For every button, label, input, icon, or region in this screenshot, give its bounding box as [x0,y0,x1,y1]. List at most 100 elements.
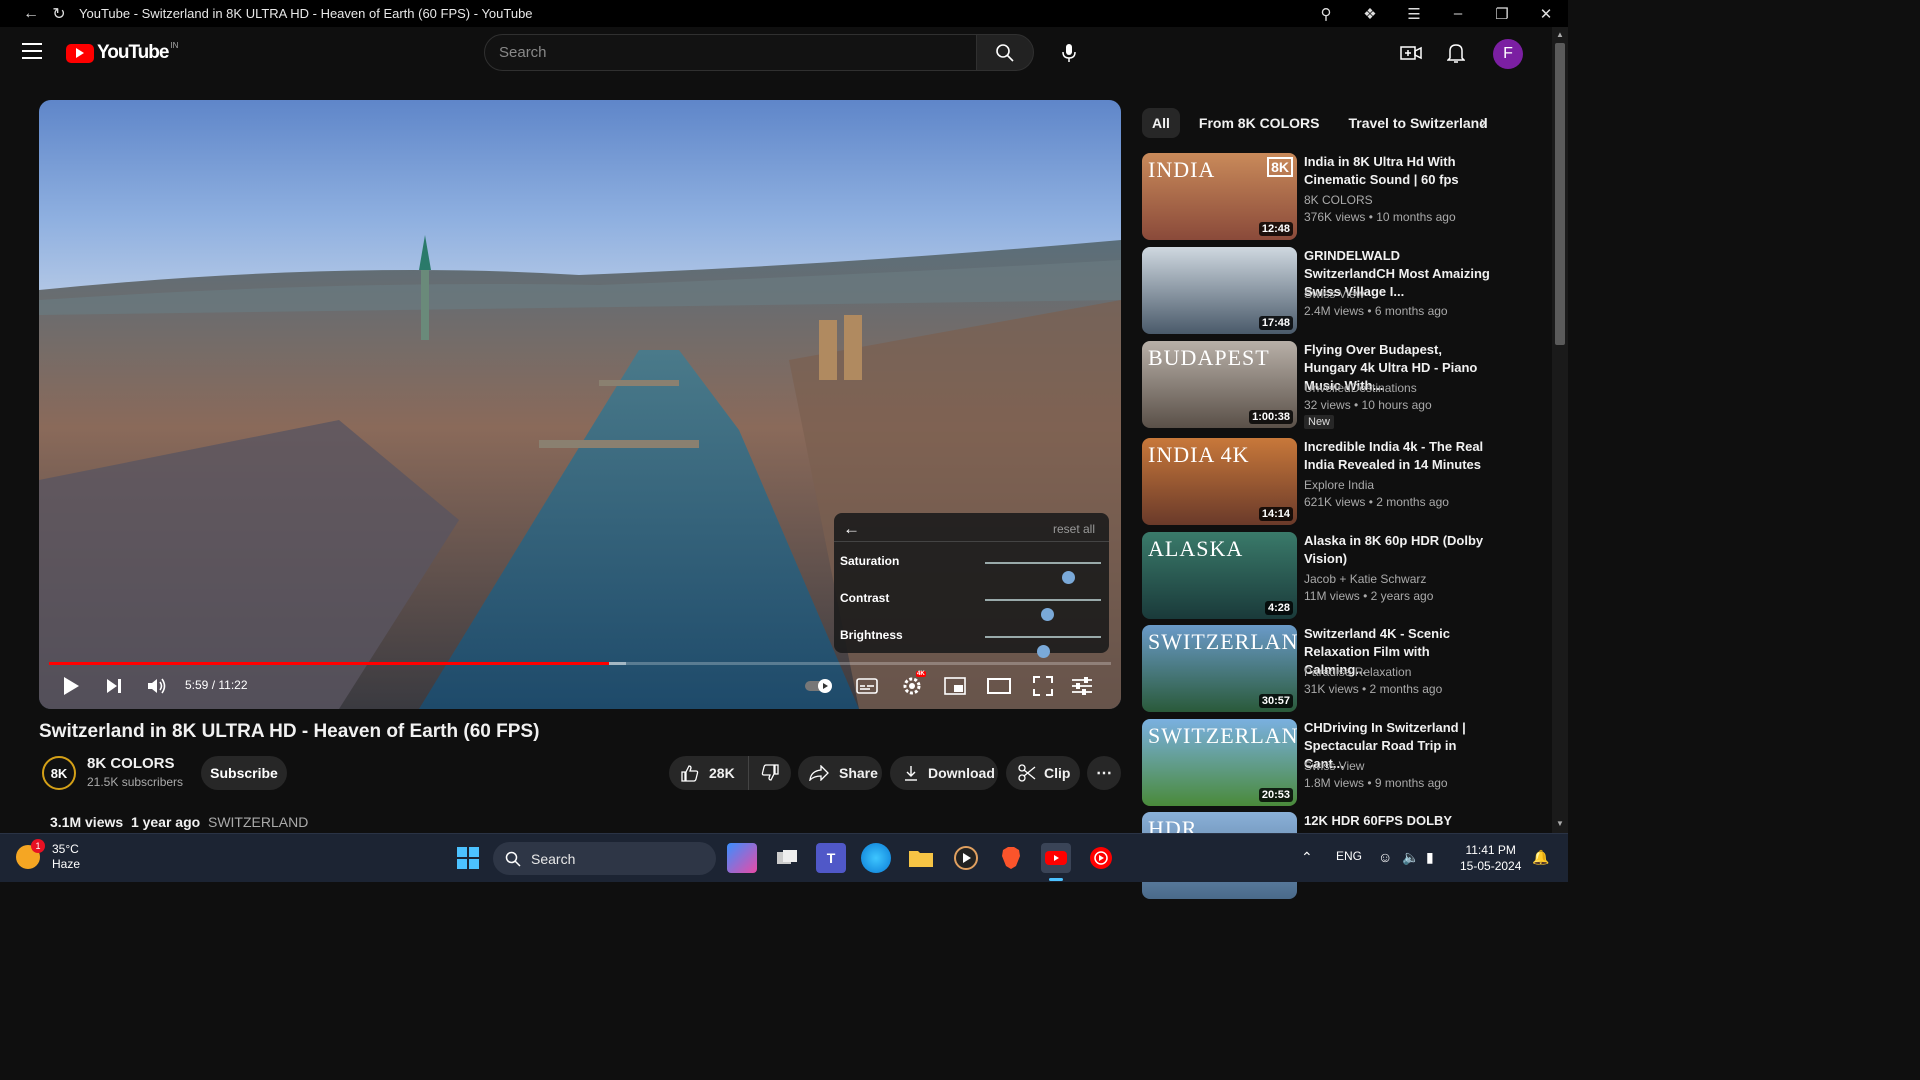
clip-button[interactable]: Clip [1006,756,1080,790]
edge-icon[interactable] [861,843,891,873]
recommended-video[interactable]: INDIA 8K 12:48 India in 8K Ultra Hd With Ci… [1142,153,1542,241]
contrast-slider[interactable] [985,599,1101,621]
autoplay-toggle[interactable] [803,674,835,698]
saturation-slider[interactable] [985,562,1101,584]
zoom-icon[interactable]: ⚲ [1304,5,1348,23]
recommended-video[interactable]: INDIA 4K 14:14 Incredible India 4k - The R… [1142,438,1542,526]
system-clock[interactable]: 11:41 PM 15-05-2024 [1460,842,1521,874]
settings-button[interactable]: 4K [899,671,926,698]
theater-mode-button[interactable] [986,674,1012,698]
teams-icon[interactable]: T [816,843,846,873]
minimize-button[interactable]: – [1436,5,1480,22]
video-title: Switzerland in 8K ULTRA HD - Heaven of E… [39,721,540,742]
brave-icon[interactable] [996,843,1026,873]
download-button[interactable]: Download [890,756,998,790]
mute-button[interactable] [145,674,169,698]
search-button[interactable] [976,34,1034,71]
brightness-slider-knob[interactable] [1036,645,1050,658]
subtitles-button[interactable] [854,674,880,698]
hashtag[interactable]: SWITZERLAND [208,814,308,830]
maximize-button[interactable]: ❐ [1480,5,1524,23]
speaker-icon[interactable]: 🔈 [1402,849,1419,866]
recommended-video[interactable]: BUDAPEST 1:00:38 Flying Over Budapest, Hun… [1142,341,1542,429]
recommended-video[interactable]: ALASKA 4:28 Alaska in 8K 60p HDR (Dolby Vi… [1142,532,1542,620]
close-button[interactable]: ✕ [1524,5,1568,23]
guide-menu-icon[interactable] [22,43,42,59]
recommended-channel[interactable]: 8K COLORS [1304,193,1373,207]
channel-name[interactable]: 8K COLORS [87,755,175,772]
play-button[interactable] [59,674,83,698]
video-thumbnail[interactable]: SWITZERLAND 30:57 [1142,625,1297,712]
brightness-slider[interactable] [985,636,1101,658]
chip-from-channel[interactable]: From 8K COLORS [1189,108,1330,138]
fullscreen-button[interactable] [1030,674,1056,698]
next-button[interactable] [102,674,126,698]
notification-bell-icon[interactable]: 🔔 [1532,849,1549,866]
recommended-channel[interactable]: UnveiledDestinations [1304,381,1417,395]
extensions-icon[interactable]: ❖ [1348,5,1392,23]
video-thumbnail[interactable]: SWITZERLAND 20:53 [1142,719,1297,806]
subscribe-button[interactable]: Subscribe [201,756,287,790]
recommended-title[interactable]: Incredible India 4k - The Real India Rev… [1304,438,1494,474]
chip-all[interactable]: All [1142,108,1180,138]
start-button[interactable] [453,843,483,873]
share-button[interactable]: Share [798,756,882,790]
description-box[interactable]: 3.1M views 1 year ago SWITZERLAND [39,806,1121,833]
panel-back-icon[interactable]: ← [843,519,860,539]
like-button[interactable]: 28K [669,756,749,790]
miniplayer-button[interactable] [942,674,968,698]
contrast-slider-knob[interactable] [1041,608,1055,621]
recommended-channel[interactable]: Swiss View [1304,287,1364,301]
youtube-app-icon[interactable] [1041,843,1071,873]
channel-avatar[interactable]: 8K [42,756,76,790]
wifi-icon[interactable]: ☺ [1378,849,1392,865]
youtube-logo[interactable]: YouTube IN [66,41,178,64]
saturation-slider-knob[interactable] [1062,571,1076,584]
reload-icon[interactable]: ↻ [45,0,73,27]
recommended-channel[interactable]: Explore India [1304,478,1374,492]
scroll-down-icon[interactable]: ▼ [1556,819,1564,828]
back-arrow-icon[interactable]: ← [17,0,45,27]
page-scrollbar[interactable]: ▲ ▼ [1552,27,1568,833]
scrollbar-thumb[interactable] [1555,43,1565,345]
media-player-icon[interactable] [951,843,981,873]
video-player[interactable]: 5:59 / 11:22 4K ← reset all Saturation C… [39,100,1121,709]
chevron-right-icon[interactable]: › [1480,112,1486,133]
reset-all-button[interactable]: reset all [1053,522,1095,536]
recommended-channel[interactable]: Paradise Relaxation [1304,665,1411,679]
account-avatar[interactable]: F [1493,39,1523,69]
dislike-button[interactable] [749,756,791,790]
video-thumbnail[interactable]: 17:48 [1142,247,1297,334]
notifications-button[interactable] [1440,37,1472,69]
recommended-title[interactable]: India in 8K Ultra Hd With Cinematic Soun… [1304,153,1494,189]
weather-widget[interactable]: 1 35°C Haze [16,839,80,872]
video-thumbnail[interactable]: BUDAPEST 1:00:38 [1142,341,1297,428]
file-explorer-icon[interactable] [906,843,936,873]
recommended-channel[interactable]: Jacob + Katie Schwarz [1304,572,1426,586]
saturation-row: Saturation [834,547,1109,584]
recommended-video[interactable]: SWITZERLAND30:57Switzerland 4K - Scenic … [1142,625,1542,713]
recommended-channel[interactable]: Swiss View [1304,759,1364,773]
video-thumbnail[interactable]: INDIA 4K 14:14 [1142,438,1297,525]
recommended-video[interactable]: SWITZERLAND20:53CHDriving In Switzerland… [1142,719,1542,807]
recommended-video[interactable]: 17:48 GRINDELWALD SwitzerlandCH Most Amai… [1142,247,1542,335]
video-adjust-button[interactable] [1069,674,1095,698]
recommended-title[interactable]: Alaska in 8K 60p HDR (Dolby Vision) [1304,532,1494,568]
youtube-music-icon[interactable] [1086,843,1116,873]
language-indicator[interactable]: ENG [1336,849,1362,863]
video-thumbnail[interactable]: ALASKA 4:28 [1142,532,1297,619]
battery-icon[interactable]: ▮ [1426,849,1434,866]
seek-bar[interactable] [49,662,1111,665]
tray-chevron-up-icon[interactable]: ⌃ [1301,849,1313,866]
task-view-icon[interactable] [772,843,802,873]
voice-search-button[interactable] [1050,34,1087,71]
chip-travel-switzerland[interactable]: Travel to Switzerland [1338,108,1497,138]
create-button[interactable] [1395,37,1427,69]
more-actions-button[interactable]: ⋯ [1087,756,1121,790]
search-input[interactable] [485,35,976,70]
scroll-up-icon[interactable]: ▲ [1556,30,1564,39]
taskbar-search[interactable]: Search [493,842,716,875]
app-menu-icon[interactable]: ☰ [1392,5,1436,23]
copilot-icon[interactable] [727,843,757,873]
video-thumbnail[interactable]: INDIA 8K 12:48 [1142,153,1297,240]
